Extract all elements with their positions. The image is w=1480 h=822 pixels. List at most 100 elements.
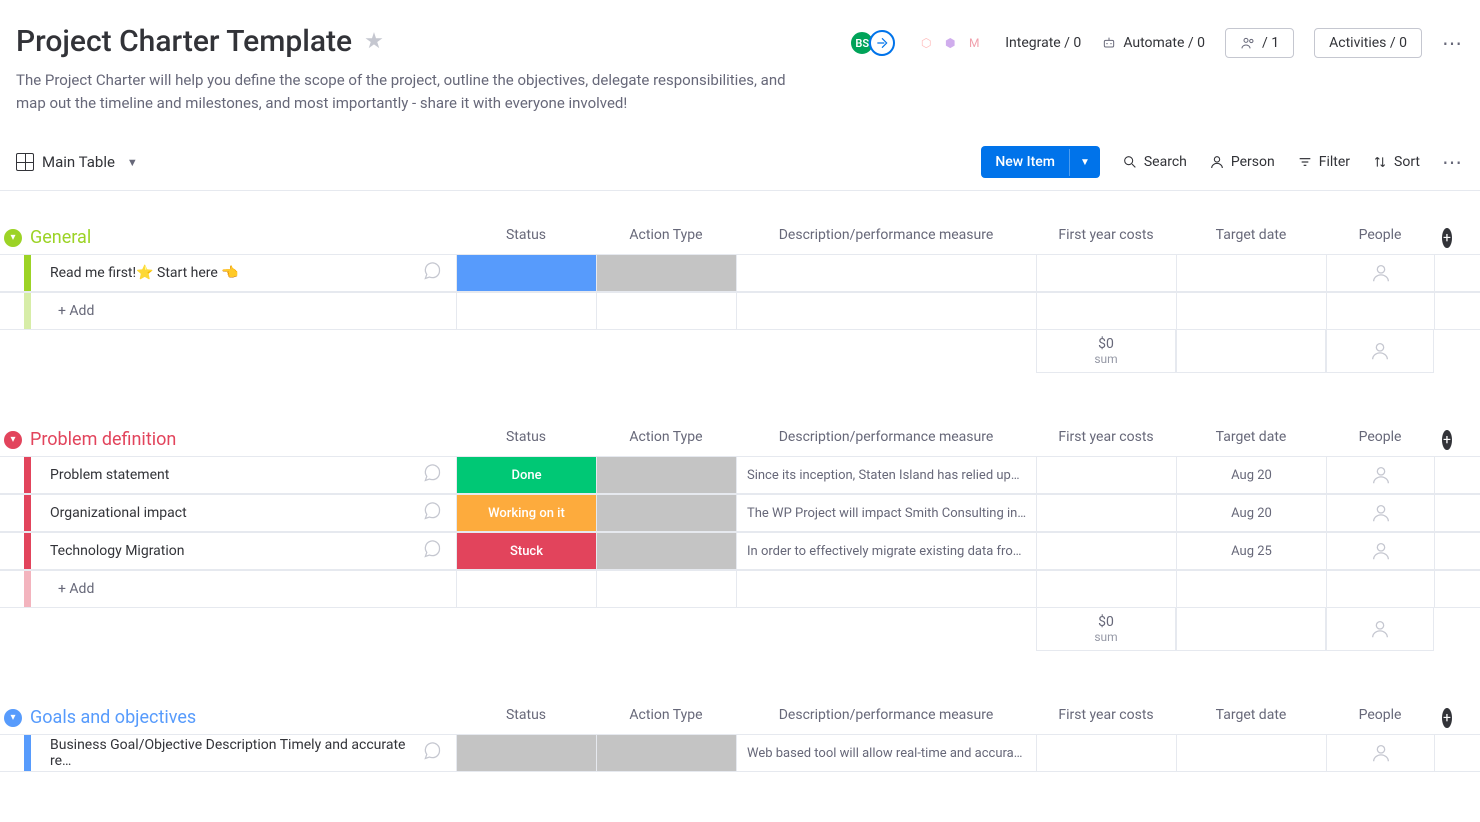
costs-sum-cell[interactable]: $0sum [1036, 330, 1176, 373]
search-button[interactable]: Search [1122, 154, 1187, 170]
item-name-cell[interactable]: Read me first!⭐ Start here 👈 [0, 255, 456, 291]
status-cell[interactable] [456, 255, 596, 291]
conversation-icon[interactable] [422, 261, 442, 286]
col-header-description[interactable]: Description/performance measure [736, 221, 1036, 254]
col-header-description[interactable]: Description/performance measure [736, 701, 1036, 734]
col-header-target-date[interactable]: Target date [1176, 221, 1326, 254]
board-members-avatars[interactable]: BS [849, 30, 895, 56]
app-integration-icons[interactable]: ⬡ ⬢ M [915, 32, 985, 54]
sort-button[interactable]: Sort [1372, 154, 1420, 170]
target-date-cell[interactable]: Aug 20 [1176, 457, 1326, 493]
action-type-cell[interactable] [596, 533, 736, 569]
conversation-icon[interactable] [422, 539, 442, 564]
page-title[interactable]: Project Charter Template [16, 24, 352, 59]
conversation-icon[interactable] [422, 741, 442, 766]
costs-sum-cell[interactable]: $0sum [1036, 608, 1176, 651]
target-date-cell[interactable] [1176, 735, 1326, 771]
target-date-sum-cell[interactable] [1176, 330, 1326, 373]
target-date-cell[interactable]: Aug 20 [1176, 495, 1326, 531]
action-type-cell[interactable] [596, 457, 736, 493]
group-title[interactable]: Problem definition [30, 429, 176, 450]
board-menu-icon[interactable]: ⋯ [1442, 31, 1464, 55]
activities-button[interactable]: Activities / 0 [1314, 28, 1422, 58]
members-button[interactable]: / 1 [1225, 28, 1294, 58]
col-header-description[interactable]: Description/performance measure [736, 423, 1036, 456]
col-header-costs[interactable]: First year costs [1036, 423, 1176, 456]
filter-button[interactable]: Filter [1297, 154, 1350, 170]
integrate-link[interactable]: Integrate / 0 [1005, 35, 1081, 51]
toolbar-menu-icon[interactable]: ⋯ [1442, 150, 1464, 174]
col-header-target-date[interactable]: Target date [1176, 701, 1326, 734]
costs-cell[interactable] [1036, 255, 1176, 291]
add-column-icon[interactable]: + [1442, 228, 1452, 248]
item-name-cell[interactable]: Organizational impact [0, 495, 456, 531]
group-collapse-icon[interactable]: ▾ [4, 709, 22, 727]
target-date-cell[interactable]: Aug 25 [1176, 533, 1326, 569]
item-name: Technology Migration [50, 543, 184, 559]
people-cell[interactable] [1326, 255, 1434, 291]
person-filter-button[interactable]: Person [1209, 154, 1275, 170]
conversation-icon[interactable] [422, 463, 442, 488]
table-row[interactable]: Organizational impactWorking on it The WP… [0, 494, 1480, 532]
automate-link[interactable]: Automate / 0 [1101, 35, 1205, 51]
col-header-status[interactable]: Status [456, 701, 596, 734]
view-tab-main-table[interactable]: Main Table ▼ [16, 153, 138, 171]
add-item-row[interactable]: + Add [0, 292, 1480, 330]
col-header-people[interactable]: People [1326, 423, 1434, 456]
col-header-target-date[interactable]: Target date [1176, 423, 1326, 456]
table-row[interactable]: Read me first!⭐ Start here 👈 [0, 254, 1480, 292]
description-cell[interactable] [736, 255, 1036, 291]
action-type-cell[interactable] [596, 735, 736, 771]
add-item-row[interactable]: + Add [0, 570, 1480, 608]
group-collapse-icon[interactable]: ▾ [4, 229, 22, 247]
status-cell[interactable]: Done [456, 457, 596, 493]
col-header-action-type[interactable]: Action Type [596, 423, 736, 456]
favorite-star-icon[interactable]: ★ [364, 29, 384, 54]
group-title[interactable]: Goals and objectives [30, 707, 196, 728]
item-name-cell[interactable]: Business Goal/Objective Description Time… [0, 735, 456, 771]
item-name-cell[interactable]: Technology Migration [0, 533, 456, 569]
group-title[interactable]: General [30, 227, 91, 248]
people-cell[interactable] [1326, 533, 1434, 569]
target-date-cell[interactable] [1176, 255, 1326, 291]
people-sum-cell[interactable] [1326, 608, 1434, 651]
target-date-sum-cell[interactable] [1176, 608, 1326, 651]
status-cell[interactable]: Stuck [456, 533, 596, 569]
action-type-cell[interactable] [596, 255, 736, 291]
costs-cell[interactable] [1036, 457, 1176, 493]
people-cell[interactable] [1326, 735, 1434, 771]
table-row[interactable]: Business Goal/Objective Description Time… [0, 734, 1480, 772]
table-row[interactable]: Technology Migration Stuck In order to eff… [0, 532, 1480, 570]
item-name-cell[interactable]: Problem statement [0, 457, 456, 493]
status-cell[interactable]: Working on it [456, 495, 596, 531]
col-header-costs[interactable]: First year costs [1036, 221, 1176, 254]
status-cell[interactable] [456, 735, 596, 771]
add-column-icon[interactable]: + [1442, 430, 1452, 450]
description-cell[interactable]: Since its inception, Staten Island has r… [736, 457, 1036, 493]
col-header-action-type[interactable]: Action Type [596, 221, 736, 254]
costs-cell[interactable] [1036, 495, 1176, 531]
filter-icon [1297, 154, 1313, 170]
new-item-dropdown-icon[interactable]: ▼ [1069, 149, 1100, 176]
conversation-icon[interactable] [422, 501, 442, 526]
description-cell[interactable]: In order to effectively migrate existing… [736, 533, 1036, 569]
people-cell[interactable] [1326, 495, 1434, 531]
col-header-status[interactable]: Status [456, 221, 596, 254]
costs-cell[interactable] [1036, 735, 1176, 771]
col-header-action-type[interactable]: Action Type [596, 701, 736, 734]
description-cell[interactable]: Web based tool will allow real-time and … [736, 735, 1036, 771]
col-header-people[interactable]: People [1326, 701, 1434, 734]
new-item-button[interactable]: New Item ▼ [981, 146, 1100, 178]
people-sum-cell[interactable] [1326, 330, 1434, 373]
col-header-status[interactable]: Status [456, 423, 596, 456]
add-column-icon[interactable]: + [1442, 708, 1452, 728]
table-row[interactable]: Problem statement Done Since its inception… [0, 456, 1480, 494]
item-name: Problem statement [50, 467, 169, 483]
group-collapse-icon[interactable]: ▾ [4, 431, 22, 449]
action-type-cell[interactable] [596, 495, 736, 531]
col-header-costs[interactable]: First year costs [1036, 701, 1176, 734]
description-cell[interactable]: The WP Project will impact Smith Consult… [736, 495, 1036, 531]
costs-cell[interactable] [1036, 533, 1176, 569]
people-cell[interactable] [1326, 457, 1434, 493]
col-header-people[interactable]: People [1326, 221, 1434, 254]
